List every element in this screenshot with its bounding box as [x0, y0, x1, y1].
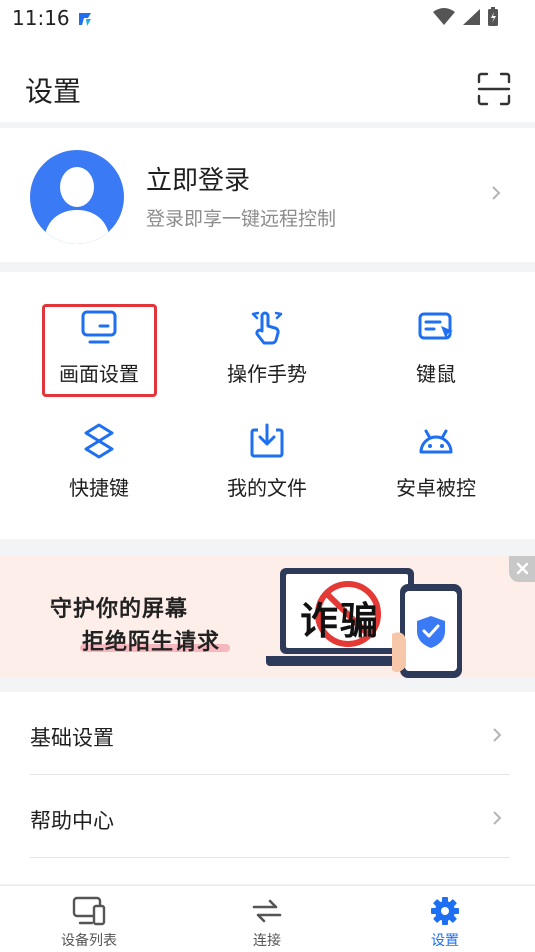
tab-label: 连接 [253, 933, 281, 949]
chevron-right-icon [493, 811, 502, 825]
status-icons [433, 7, 499, 27]
grid-item-gestures[interactable]: 操作手势 [192, 292, 342, 402]
highlight-box [42, 304, 157, 397]
shortcut-icon [84, 423, 114, 459]
devices-icon [72, 896, 106, 926]
page-title: 设置 [25, 75, 82, 108]
grid-item-keyboard-mouse[interactable]: 键鼠 [361, 292, 511, 402]
download-file-icon [250, 423, 284, 458]
list-item-basic-settings[interactable]: 基础设置 [30, 692, 510, 774]
list-item-help-center[interactable]: 帮助中心 [30, 775, 510, 857]
scan-icon[interactable] [477, 72, 511, 106]
tab-label: 设置 [431, 933, 459, 949]
login-title[interactable]: 立即登录 [146, 160, 250, 197]
tab-settings[interactable]: 设置 [356, 886, 534, 952]
login-card[interactable]: 立即登录 登录即享一键远程控制 [0, 128, 535, 262]
login-subtitle: 登录即享一键远程控制 [146, 208, 337, 230]
app-notification-icon [79, 13, 91, 26]
grid-item-my-files[interactable]: 我的文件 [192, 406, 342, 516]
grid-item-label: 安卓被控 [396, 476, 476, 500]
battery-charging-icon [488, 7, 498, 26]
tab-connect[interactable]: 连接 [178, 886, 356, 952]
chevron-right-icon [493, 728, 502, 742]
anti-scam-banner[interactable]: 守护你的屏幕 拒绝陌生请求 诈骗 [0, 556, 535, 678]
tab-device-list[interactable]: 设备列表 [0, 886, 178, 952]
wifi-icon [433, 8, 455, 25]
list-item-label: 帮助中心 [30, 809, 114, 833]
connect-arrows-icon [252, 899, 282, 923]
bottom-tab-bar: 设备列表 连接 设置 [0, 885, 535, 952]
avatar[interactable] [30, 150, 124, 244]
grid-item-label: 我的文件 [227, 476, 307, 500]
grid-item-shortcuts[interactable]: 快捷键 [24, 406, 174, 516]
android-icon [419, 429, 453, 454]
gear-icon [431, 897, 459, 925]
chevron-right-icon [492, 186, 501, 200]
gesture-icon [251, 311, 283, 345]
keyboard-mouse-icon [418, 312, 453, 340]
status-bar: 11:16 [0, 0, 535, 38]
close-banner-button[interactable] [509, 556, 535, 582]
list-item-label: 基础设置 [30, 726, 114, 750]
cellular-signal-icon [463, 9, 480, 25]
grid-item-label: 操作手势 [227, 362, 307, 386]
grid-item-label: 键鼠 [416, 362, 456, 386]
close-icon [516, 562, 529, 575]
divider [30, 857, 510, 858]
tab-label: 设备列表 [61, 933, 117, 949]
banner-line2: 拒绝陌生请求 [82, 630, 221, 655]
status-time: 11:16 [12, 6, 70, 30]
settings-list: 基础设置 帮助中心 [0, 692, 535, 884]
user-avatar-icon [44, 167, 110, 244]
banner-line1: 守护你的屏幕 [50, 597, 189, 622]
grid-item-android-controlled[interactable]: 安卓被控 [361, 406, 511, 516]
scam-text: 诈骗 [300, 599, 381, 643]
header: 设置 [0, 38, 535, 122]
grid-item-label: 快捷键 [69, 476, 129, 500]
